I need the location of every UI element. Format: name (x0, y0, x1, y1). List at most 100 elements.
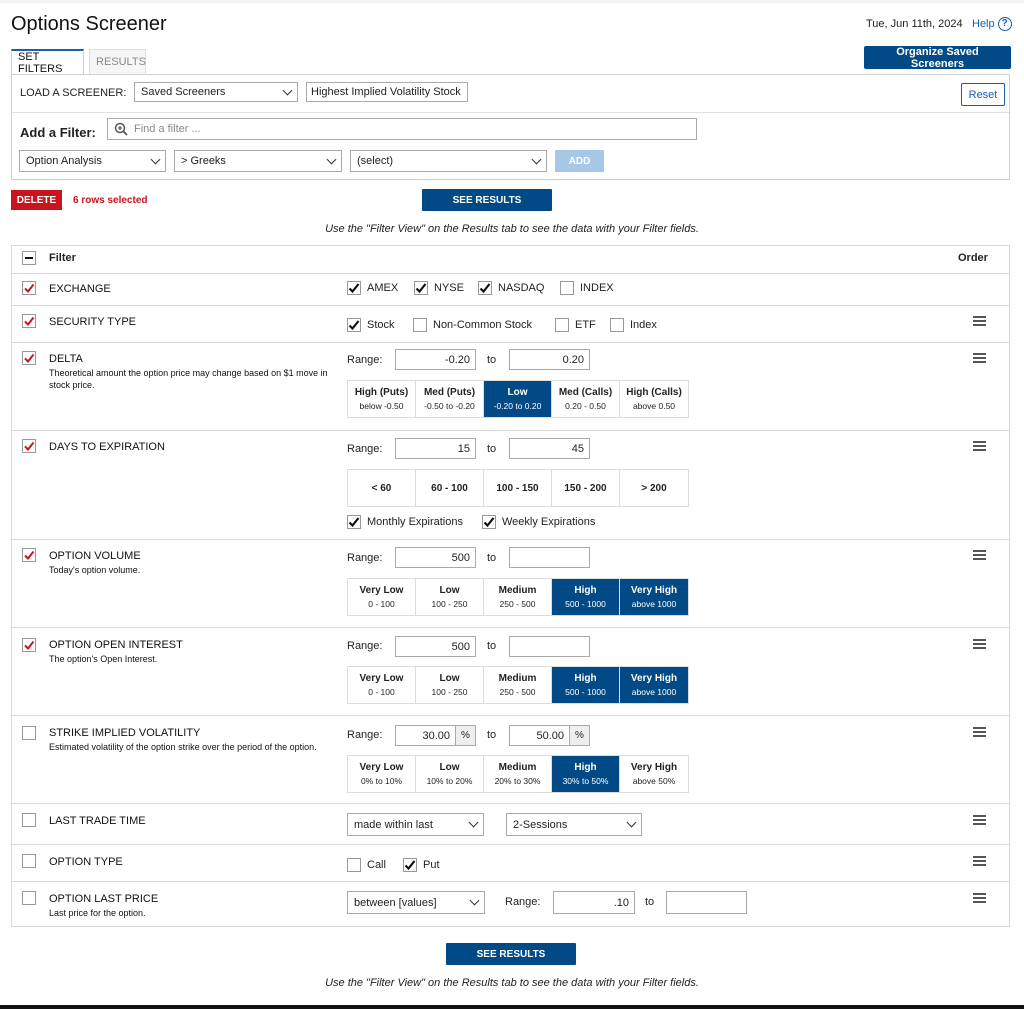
monthly-expirations-checkbox[interactable] (347, 515, 361, 529)
drag-handle-icon[interactable] (973, 639, 986, 649)
row-checkbox-last-trade[interactable] (22, 813, 36, 827)
security-option-stock[interactable]: Stock (347, 318, 395, 332)
drag-handle-icon[interactable] (973, 856, 986, 866)
index-type-checkbox[interactable] (610, 318, 624, 332)
delta-bucket-high-calls[interactable]: High (Calls) above 0.50 (620, 381, 688, 417)
drag-handle-icon[interactable] (973, 316, 986, 326)
row-checkbox-volume[interactable] (22, 548, 36, 562)
stock-checkbox[interactable] (347, 318, 361, 332)
call-checkbox[interactable] (347, 858, 361, 872)
find-filter-input[interactable]: Find a filter ... (107, 118, 697, 140)
see-results-button-bottom[interactable]: SEE RESULTS (446, 943, 576, 965)
delta-bucket-med-calls[interactable]: Med (Calls) 0.20 - 0.50 (552, 381, 620, 417)
select-all-checkbox[interactable] (22, 251, 36, 265)
dte-bucket-100-150[interactable]: 100 - 150 (484, 470, 552, 506)
organize-saved-screeners-button[interactable]: Organize Saved Screeners (864, 46, 1011, 70)
last-trade-mode-select[interactable]: made within last (347, 813, 484, 836)
page-title: Options Screener (11, 13, 167, 35)
option-type-put[interactable]: Put (403, 858, 440, 872)
drag-handle-icon[interactable] (973, 815, 986, 825)
drag-handle-icon[interactable] (973, 353, 986, 363)
security-option-index[interactable]: Index (610, 318, 657, 332)
drag-handle-icon[interactable] (973, 550, 986, 560)
nyse-checkbox[interactable] (414, 281, 428, 295)
volume-bucket-very-low[interactable]: Very Low 0 - 100 (348, 579, 416, 615)
filter-subcategory-select[interactable]: > Greeks (174, 150, 342, 172)
oi-bucket-low[interactable]: Low 100 - 250 (416, 667, 484, 703)
delete-button[interactable]: DELETE (11, 190, 62, 210)
filter-category-select[interactable]: Option Analysis (19, 150, 166, 172)
iv-range-from[interactable]: 30.00 (395, 725, 456, 746)
open-interest-range-from[interactable]: 500 (395, 636, 476, 657)
tab-set-filters[interactable]: SET FILTERS (11, 49, 84, 75)
row-checkbox-iv[interactable] (22, 726, 36, 740)
amex-checkbox[interactable] (347, 281, 361, 295)
iv-bucket-low[interactable]: Low 10% to 20% (416, 756, 484, 792)
weekly-expirations-checkbox[interactable] (482, 515, 496, 529)
security-option-etf[interactable]: ETF (555, 318, 596, 332)
drag-handle-icon[interactable] (973, 893, 986, 903)
volume-range-from[interactable]: 500 (395, 547, 476, 568)
volume-bucket-medium[interactable]: Medium 250 - 500 (484, 579, 552, 615)
add-filter-button[interactable]: ADD (555, 150, 604, 172)
etf-checkbox[interactable] (555, 318, 569, 332)
last-price-range-to[interactable] (666, 891, 747, 914)
reset-button[interactable]: Reset (961, 83, 1005, 106)
delta-bucket-med-puts[interactable]: Med (Puts) -0.50 to -0.20 (416, 381, 484, 417)
row-checkbox-option-type[interactable] (22, 854, 36, 868)
row-checkbox-delta[interactable] (22, 351, 36, 365)
exchange-option-nyse[interactable]: NYSE (414, 281, 464, 295)
monthly-expirations-option[interactable]: Monthly Expirations (347, 515, 463, 529)
last-trade-period-select[interactable]: 2-Sessions (506, 813, 642, 836)
iv-bucket-high[interactable]: High 30% to 50% (552, 756, 620, 792)
row-checkbox-dte[interactable] (22, 439, 36, 453)
dte-bucket-lt-60[interactable]: < 60 (348, 470, 416, 506)
exchange-option-index[interactable]: INDEX (560, 281, 614, 295)
option-type-call[interactable]: Call (347, 858, 386, 872)
volume-range-to[interactable] (509, 547, 590, 568)
filter-field-select[interactable]: (select) (350, 150, 547, 172)
oi-bucket-high[interactable]: High 500 - 1000 (552, 667, 620, 703)
dte-range-from[interactable]: 15 (395, 438, 476, 459)
exchange-option-nasdaq[interactable]: NASDAQ (478, 281, 544, 295)
put-checkbox[interactable] (403, 858, 417, 872)
row-checkbox-open-interest[interactable] (22, 638, 36, 652)
tab-results[interactable]: RESULTS (89, 49, 146, 74)
row-checkbox-last-price[interactable] (22, 891, 36, 905)
iv-range-to[interactable]: 50.00 (509, 725, 570, 746)
drag-handle-icon[interactable] (973, 727, 986, 737)
last-price-mode-select[interactable]: between [values] (347, 891, 485, 914)
volume-bucket-high[interactable]: High 500 - 1000 (552, 579, 620, 615)
volume-bucket-low[interactable]: Low 100 - 250 (416, 579, 484, 615)
delta-range-to[interactable]: 0.20 (509, 349, 590, 370)
security-option-non-common[interactable]: Non-Common Stock (413, 318, 532, 332)
saved-screeners-select[interactable]: Saved Screeners (134, 82, 298, 102)
iv-bucket-very-high[interactable]: Very High above 50% (620, 756, 688, 792)
dte-bucket-gt-200[interactable]: > 200 (620, 470, 688, 506)
dte-range-to[interactable]: 45 (509, 438, 590, 459)
dte-bucket-150-200[interactable]: 150 - 200 (552, 470, 620, 506)
non-common-stock-checkbox[interactable] (413, 318, 427, 332)
delta-bucket-low[interactable]: Low -0.20 to 0.20 (484, 381, 552, 417)
help-link[interactable]: Help ? (972, 17, 1012, 31)
weekly-expirations-option[interactable]: Weekly Expirations (482, 515, 595, 529)
iv-bucket-medium[interactable]: Medium 20% to 30% (484, 756, 552, 792)
drag-handle-icon[interactable] (973, 441, 986, 451)
delta-bucket-high-puts[interactable]: High (Puts) below -0.50 (348, 381, 416, 417)
exchange-option-amex[interactable]: AMEX (347, 281, 398, 295)
see-results-button-top[interactable]: SEE RESULTS (422, 189, 552, 211)
delta-range-from[interactable]: -0.20 (395, 349, 476, 370)
oi-bucket-very-low[interactable]: Very Low 0 - 100 (348, 667, 416, 703)
volume-bucket-very-high[interactable]: Very High above 1000 (620, 579, 688, 615)
open-interest-range-to[interactable] (509, 636, 590, 657)
screener-name-field[interactable]: Highest Implied Volatility Stock (306, 82, 468, 102)
nasdaq-checkbox[interactable] (478, 281, 492, 295)
last-price-range-from[interactable]: .10 (553, 891, 635, 914)
row-checkbox-security-type[interactable] (22, 314, 36, 328)
oi-bucket-very-high[interactable]: Very High above 1000 (620, 667, 688, 703)
dte-bucket-60-100[interactable]: 60 - 100 (416, 470, 484, 506)
oi-bucket-medium[interactable]: Medium 250 - 500 (484, 667, 552, 703)
row-checkbox-exchange[interactable] (22, 281, 36, 295)
iv-bucket-very-low[interactable]: Very Low 0% to 10% (348, 756, 416, 792)
index-checkbox[interactable] (560, 281, 574, 295)
